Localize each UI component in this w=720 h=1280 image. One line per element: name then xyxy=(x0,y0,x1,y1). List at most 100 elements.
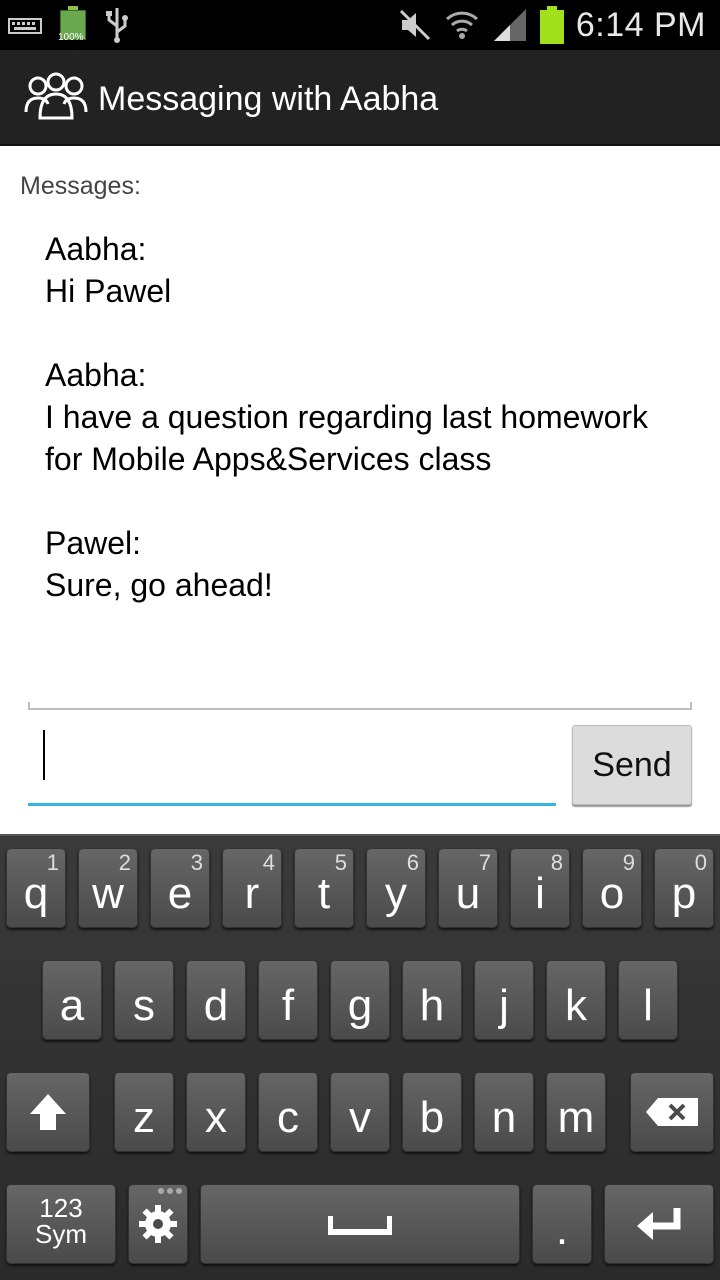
message-input[interactable] xyxy=(28,722,556,803)
key-label: c xyxy=(277,1093,299,1142)
key-a[interactable]: a xyxy=(42,960,102,1040)
key-label: u xyxy=(455,869,481,918)
key-label: p xyxy=(671,869,697,918)
key-i[interactable]: 8i xyxy=(510,848,570,928)
key-l[interactable]: l xyxy=(618,960,678,1040)
message-input-container[interactable] xyxy=(28,722,556,806)
key-label: d xyxy=(203,981,229,1030)
key-label: e xyxy=(167,869,193,918)
key-j[interactable]: j xyxy=(474,960,534,1040)
status-right-icons: 6:14 PM xyxy=(398,0,706,50)
key-label: b xyxy=(419,1093,445,1142)
backspace-key[interactable] xyxy=(630,1072,714,1152)
key-x[interactable]: x xyxy=(186,1072,246,1152)
key-c[interactable]: c xyxy=(258,1072,318,1152)
message-sender: Aabha: xyxy=(45,357,147,393)
key-label: y xyxy=(385,869,407,918)
key-label: . xyxy=(555,1205,569,1254)
key-label: z xyxy=(133,1093,155,1142)
key-p[interactable]: 0p xyxy=(654,848,714,928)
key-label: m xyxy=(557,1093,595,1142)
key-q[interactable]: 1q xyxy=(6,848,66,928)
soft-keyboard: 1q 2w 3e 4r 5t 6y 7u 8i 9o 0p a s d f g … xyxy=(0,834,720,1280)
message-text: I have a question regarding last homewor… xyxy=(45,399,649,477)
key-v[interactable]: v xyxy=(330,1072,390,1152)
usb-icon xyxy=(106,8,128,43)
key-label: t xyxy=(317,869,331,918)
key-d[interactable]: d xyxy=(186,960,246,1040)
message-text: Sure, go ahead! xyxy=(45,567,273,603)
message-item: Aabha: Hi Pawel xyxy=(45,228,685,312)
message-thread: Aabha: Hi Pawel Aabha: I have a question… xyxy=(45,228,685,648)
send-button[interactable]: Send xyxy=(572,725,692,805)
status-left-icons: 100% xyxy=(8,6,130,44)
space-icon xyxy=(201,1185,519,1263)
key-k[interactable]: k xyxy=(546,960,606,1040)
key-n[interactable]: n xyxy=(474,1072,534,1152)
shift-key[interactable] xyxy=(6,1072,90,1152)
message-item: Aabha: I have a question regarding last … xyxy=(45,354,685,480)
shift-icon xyxy=(7,1073,89,1151)
message-item: Pawel: Sure, go ahead! xyxy=(45,522,685,606)
conversation-area: Messages: Aabha: Hi Pawel Aabha: I have … xyxy=(0,148,720,834)
text-cursor xyxy=(43,730,45,780)
key-label: k xyxy=(565,981,587,1030)
action-bar: Messaging with Aabha xyxy=(0,50,720,146)
status-bar: 100% 6:14 PM xyxy=(0,0,720,50)
key-w[interactable]: 2w xyxy=(78,848,138,928)
wifi-icon xyxy=(445,11,478,39)
group-icon xyxy=(24,72,88,120)
enter-icon xyxy=(605,1185,713,1263)
key-o[interactable]: 9o xyxy=(582,848,642,928)
key-label: j xyxy=(499,981,509,1030)
key-m[interactable]: m xyxy=(546,1072,606,1152)
key-label: o xyxy=(599,869,625,918)
key-u[interactable]: 7u xyxy=(438,848,498,928)
key-label: n xyxy=(491,1093,517,1142)
key-label: q xyxy=(23,869,49,918)
backspace-icon xyxy=(631,1073,713,1151)
key-s[interactable]: s xyxy=(114,960,174,1040)
message-sender: Aabha: xyxy=(45,231,147,267)
battery-percent: 100% xyxy=(58,32,84,43)
gear-icon xyxy=(129,1185,187,1263)
key-b[interactable]: b xyxy=(402,1072,462,1152)
key-label: x xyxy=(205,1093,227,1142)
key-e[interactable]: 3e xyxy=(150,848,210,928)
key-t[interactable]: 5t xyxy=(294,848,354,928)
signal-icon xyxy=(493,9,526,41)
message-sender: Pawel: xyxy=(45,525,142,561)
key-period[interactable]: . xyxy=(532,1184,592,1264)
message-text: Hi Pawel xyxy=(45,273,172,309)
key-label: l xyxy=(643,981,653,1030)
battery-icon: 100% xyxy=(58,6,86,44)
settings-key[interactable] xyxy=(128,1184,188,1264)
key-f[interactable]: f xyxy=(258,960,318,1040)
key-label: s xyxy=(133,981,155,1030)
key-label: f xyxy=(281,981,295,1030)
key-r[interactable]: 4r xyxy=(222,848,282,928)
key-h[interactable]: h xyxy=(402,960,462,1040)
battery-icon xyxy=(539,6,564,44)
key-label: g xyxy=(347,981,373,1030)
enter-key[interactable] xyxy=(604,1184,714,1264)
more-dots-icon xyxy=(158,1188,182,1194)
mute-icon xyxy=(399,9,430,41)
symbols-key-label: 123 Sym xyxy=(7,1195,115,1247)
key-y[interactable]: 6y xyxy=(366,848,426,928)
key-label: i xyxy=(535,869,545,918)
key-label: r xyxy=(244,869,260,918)
key-g[interactable]: g xyxy=(330,960,390,1040)
symbols-key-bottom: Sym xyxy=(35,1219,87,1249)
symbols-key[interactable]: 123 Sym xyxy=(6,1184,116,1264)
key-label: h xyxy=(419,981,445,1030)
keyboard-icon xyxy=(8,18,42,34)
key-label: w xyxy=(92,869,124,918)
space-key[interactable] xyxy=(200,1184,520,1264)
key-z[interactable]: z xyxy=(114,1072,174,1152)
clock: 6:14 PM xyxy=(575,5,706,44)
symbols-key-top: 123 xyxy=(39,1193,83,1223)
key-label: v xyxy=(349,1093,371,1142)
key-label: a xyxy=(59,981,85,1030)
page-title: Messaging with Aabha xyxy=(98,80,439,118)
